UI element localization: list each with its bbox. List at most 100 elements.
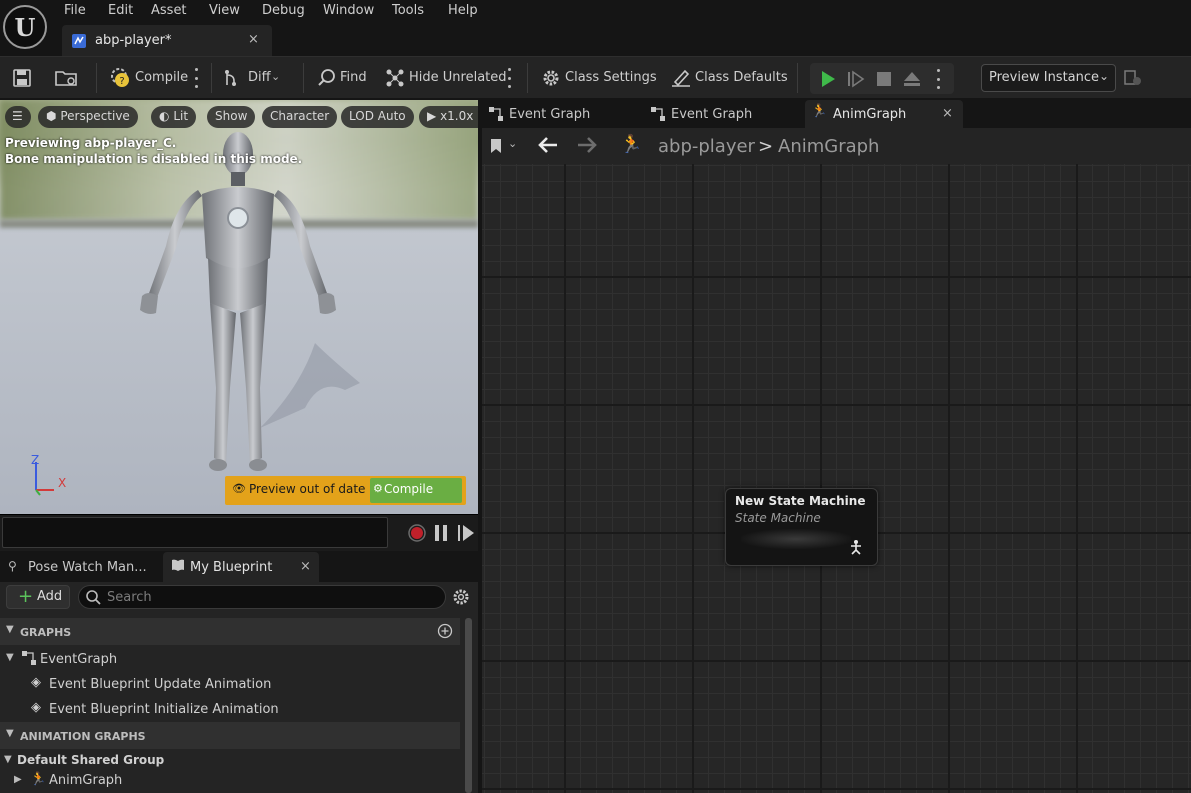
graph-icon <box>21 650 37 666</box>
viewport-menu-icon[interactable]: ☰ <box>5 106 31 128</box>
menu-tools[interactable]: Tools <box>392 3 424 21</box>
step-forward-icon[interactable] <box>457 525 475 541</box>
playback-speed-button[interactable]: ▶ x1.0x <box>419 106 478 128</box>
class-defaults-icon <box>670 68 692 88</box>
tree-item-default-group[interactable]: ▼ Default Shared Group <box>0 749 460 773</box>
unreal-logo-icon[interactable]: U <box>3 5 47 49</box>
preview-info-line-1: Previewing abp-player_C. <box>5 136 177 150</box>
animation-record-bar <box>0 515 478 551</box>
gear-icon: ⚙ <box>373 482 383 495</box>
diff-icon <box>224 69 244 87</box>
tab-event-graph-1[interactable]: Event Graph <box>484 100 634 128</box>
lit-label: Lit <box>173 109 189 123</box>
close-icon[interactable]: × <box>300 559 311 574</box>
tab-pose-watch[interactable]: ⚲ Pose Watch Man... <box>0 552 160 582</box>
compile-button[interactable]: Compile <box>135 70 188 85</box>
menu-debug[interactable]: Debug <box>262 3 305 21</box>
document-tab[interactable]: abp-player* × <box>62 25 272 56</box>
tree-item-event-update[interactable]: ◈ Event Blueprint Update Animation <box>0 671 460 695</box>
record-icon[interactable] <box>407 523 427 543</box>
plus-icon: + <box>18 586 34 607</box>
collapse-arrow-icon[interactable]: ▼ <box>6 652 14 663</box>
add-button[interactable]: + Add <box>6 585 70 609</box>
play-options-icon[interactable] <box>937 69 941 89</box>
stop-icon[interactable] <box>876 71 892 87</box>
animation-graphs-section-header[interactable]: ▼ ANIMATION GRAPHS <box>0 722 460 749</box>
chevron-down-icon[interactable]: ⌄ <box>508 137 517 150</box>
class-settings-button[interactable]: Class Settings <box>565 70 657 85</box>
tree-item-label: AnimGraph <box>49 773 123 788</box>
tree-item-animgraph[interactable]: ▶ 🏃 AnimGraph <box>0 771 460 793</box>
close-icon[interactable]: × <box>942 106 953 121</box>
compile-warning-icon[interactable]: ? <box>110 67 132 89</box>
debug-filter-icon[interactable] <box>1124 69 1142 87</box>
tree-item-event-init[interactable]: ◈ Event Blueprint Initialize Animation <box>0 696 460 720</box>
preview-out-of-date-banner: 👁 Preview out of date ⚙ Compile <box>225 476 466 505</box>
tab-label: Event Graph <box>509 107 591 122</box>
menu-window[interactable]: Window <box>323 3 374 21</box>
scrollbar[interactable] <box>465 618 472 793</box>
browse-folder-icon[interactable] <box>55 68 79 88</box>
expand-arrow-icon[interactable]: ▶ <box>14 774 22 785</box>
gear-icon[interactable] <box>452 588 470 606</box>
chevron-down-icon[interactable]: ⌄ <box>271 70 280 83</box>
eye-icon: 👁 <box>232 482 246 495</box>
state-machine-node[interactable]: New State Machine State Machine <box>725 488 878 566</box>
class-defaults-button[interactable]: Class Defaults <box>695 70 788 85</box>
diff-button[interactable]: Diff <box>248 70 271 85</box>
save-icon[interactable] <box>12 68 32 88</box>
menu-asset[interactable]: Asset <box>151 3 187 21</box>
character-button[interactable]: Character <box>262 106 338 128</box>
eject-icon[interactable] <box>903 70 921 88</box>
menu-file[interactable]: File <box>64 3 86 21</box>
tab-event-graph-2[interactable]: Event Graph <box>646 100 796 128</box>
preview-viewport[interactable]: ☰ ⬢ Perspective ◐ Lit Show Character LOD… <box>0 100 478 515</box>
tab-label: AnimGraph <box>833 107 907 122</box>
graphs-section-header[interactable]: ▼ GRAPHS <box>0 618 460 645</box>
tab-animgraph[interactable]: 🏃 AnimGraph × <box>805 100 963 128</box>
forward-arrow-icon[interactable] <box>577 136 597 154</box>
lit-button[interactable]: ◐ Lit <box>151 106 197 128</box>
play-icon[interactable] <box>819 70 837 88</box>
tree-item-label: Default Shared Group <box>17 753 165 767</box>
graph-tabs: Event Graph Event Graph 🏃 AnimGraph × <box>478 98 1191 128</box>
state-machine-subtitle: State Machine <box>735 511 821 525</box>
add-graph-icon[interactable] <box>437 623 453 639</box>
character-mannequin <box>140 132 360 471</box>
cube-icon: ⬢ <box>46 109 57 123</box>
tree-item-label: Event Blueprint Initialize Animation <box>49 702 279 717</box>
timeline-field[interactable] <box>2 517 388 548</box>
back-arrow-icon[interactable] <box>538 136 558 154</box>
collapse-arrow-icon[interactable]: ▼ <box>4 754 12 765</box>
banner-compile-button[interactable]: ⚙ Compile <box>370 478 462 503</box>
svg-text:?: ? <box>119 76 124 87</box>
tree-item-eventgraph[interactable]: ▼ EventGraph <box>0 646 460 670</box>
find-button[interactable]: Find <box>340 70 367 85</box>
compile-options-icon[interactable] <box>195 68 199 88</box>
search-input[interactable]: Search <box>78 585 446 609</box>
graph-icon <box>488 106 504 122</box>
play-icon: ▶ <box>427 109 437 123</box>
find-options-icon[interactable] <box>508 68 512 88</box>
breadcrumb-current[interactable]: AnimGraph <box>778 136 879 157</box>
menu-view[interactable]: View <box>209 3 240 21</box>
tab-my-blueprint[interactable]: My Blueprint × <box>163 552 319 582</box>
preview-instance-dropdown[interactable]: Preview Instance ⌄ <box>981 64 1116 92</box>
collapse-arrow-icon: ▼ <box>6 624 14 635</box>
play-controls <box>810 63 954 94</box>
perspective-button[interactable]: ⬢ Perspective <box>38 106 138 128</box>
lod-button[interactable]: LOD Auto <box>341 106 414 128</box>
tree-item-label: EventGraph <box>40 652 118 667</box>
graph-canvas[interactable] <box>482 164 1191 793</box>
state-machine-pin-icon[interactable] <box>849 539 863 555</box>
pause-icon[interactable] <box>434 525 448 541</box>
step-forward-icon[interactable] <box>847 70 865 88</box>
show-button[interactable]: Show <box>207 106 256 128</box>
bookmark-icon[interactable] <box>490 138 502 154</box>
menu-edit[interactable]: Edit <box>108 3 133 21</box>
event-icon: ◈ <box>31 675 41 690</box>
hide-unrelated-button[interactable]: Hide Unrelated <box>409 70 507 85</box>
close-icon[interactable]: × <box>248 32 259 47</box>
menu-help[interactable]: Help <box>448 3 478 21</box>
breadcrumb-root[interactable]: abp-player <box>658 136 755 157</box>
